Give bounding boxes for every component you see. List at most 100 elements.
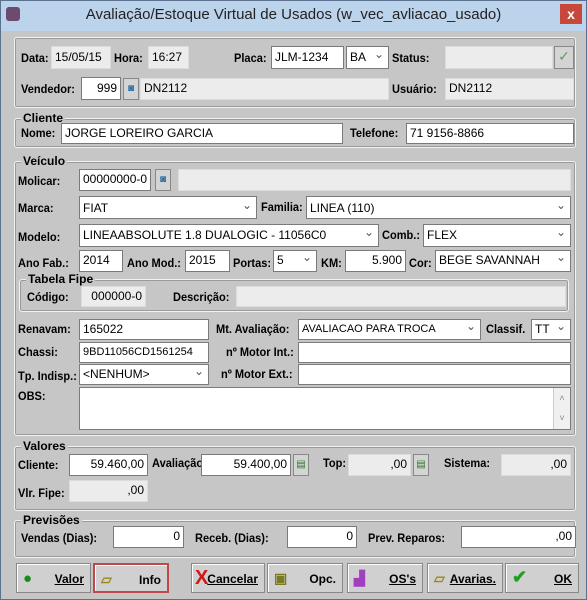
anofab-label: Ano Fab.: [18,256,69,270]
data-label: Data: [21,51,49,65]
window-title: Avaliação/Estoque Virtual de Usados (w_v… [85,6,502,23]
anomod-input[interactable]: 2015 [185,250,230,272]
descricao-field [236,286,566,307]
codigo-field: 000000-0 [81,286,146,307]
valor-button[interactable]: ● Valor [16,563,91,593]
valores-group-label: Valores [21,439,68,453]
folder-icon: ▱ [101,571,112,587]
molicar-input[interactable]: 00000000-0 [79,169,151,191]
tools-icon: ▟ [354,570,365,586]
top-label: Top: [323,456,347,470]
check-disk-icon: ✔ [512,567,528,587]
vendas-label: Vendas (Dias): [21,531,98,545]
status-label: Status: [392,51,430,65]
cliente-valor-label: Cliente: [18,458,59,472]
previsoes-group-label: Previsões [21,513,82,527]
motor-ext-label: nº Motor Ext.: [221,367,293,381]
telefone-label: Telefone: [350,126,399,140]
motor-int-label: nº Motor Int.: [226,345,294,359]
telefone-input[interactable]: 71 9156-8866 [406,123,574,144]
placa-input[interactable]: JLM-1234 [271,46,344,69]
avarias-button[interactable]: ▱ Avarias. [427,563,503,593]
portas-label: Portas: [233,256,272,270]
hora-field: 16:27 [148,46,189,69]
avaliacao-input[interactable]: 59.400,00 [201,454,291,476]
hora-label: Hora: [114,51,143,65]
modelo-label: Modelo: [18,230,61,244]
nome-label: Nome: [21,126,56,140]
uf-select[interactable]: BA [346,46,389,69]
data-field: 15/05/15 [51,46,111,69]
vendedor-search-button[interactable]: ◙ [123,78,139,100]
window: Avaliação/Estoque Virtual de Usados (w_v… [0,0,587,600]
comb-label: Comb.: [382,228,421,242]
close-button[interactable]: x [560,4,582,24]
money-bag-icon: ● [23,570,33,587]
os-button[interactable]: ▟ OS's [347,563,423,593]
vendedor-code-input[interactable]: 999 [81,77,121,100]
vendas-input[interactable]: 0 [113,526,184,548]
anofab-input[interactable]: 2014 [79,250,123,272]
ok-button[interactable]: ✔ OK [505,563,579,593]
descricao-label: Descrição: [173,290,230,304]
avaliacao-label: Avaliação: [152,456,207,470]
obs-scrollbar[interactable]: ˄ ˅ [553,388,570,429]
molicar-search-button[interactable]: ◙ [155,169,171,191]
classif-select[interactable]: TT [531,319,571,340]
cancelar-button[interactable]: X Cancelar [191,563,265,593]
vlr-fipe-field: ,00 [69,480,148,502]
codigo-label: Código: [27,290,69,304]
motor-ext-input[interactable] [298,364,571,385]
km-label: KM: [321,256,342,270]
placa-label: Placa: [234,51,267,65]
receb-label: Receb. (Dias): [195,531,269,545]
cor-label: Cor: [409,256,432,270]
marca-select[interactable]: FIAT [79,196,257,219]
usuario-field: DN2112 [445,78,574,100]
comb-select[interactable]: FLEX [423,224,571,247]
receb-input[interactable]: 0 [287,526,357,548]
tp-indisp-label: Tp. Indisp.: [18,369,77,383]
classif-label: Classif. [486,322,526,336]
renavam-input[interactable]: 165022 [79,319,209,340]
portas-select[interactable]: 5 [273,250,317,272]
cliente-group-label: Cliente [21,111,66,125]
avaliacao-calc-button[interactable]: ▤ [293,454,309,476]
anomod-label: Ano Mod.: [127,256,181,270]
chassi-input[interactable]: 9BD11056CD1561254 [79,342,209,363]
chassi-label: Chassi: [18,345,58,359]
obs-textarea[interactable] [79,387,571,430]
molicar-desc-field [178,169,571,191]
title-bar: Avaliação/Estoque Virtual de Usados (w_v… [1,1,586,31]
top-field: ,00 [348,454,411,476]
opc-button[interactable]: ▣ Opc. [267,563,343,593]
veiculo-group-label: Veículo [21,154,68,168]
info-button[interactable]: ▱ Info [93,563,169,593]
marca-label: Marca: [18,201,54,215]
modelo-select[interactable]: LINEAABSOLUTE 1.8 DUALOGIC - 11056C0 [79,224,379,247]
nome-input[interactable]: JORGE LOREIRO GARCIA [61,123,343,144]
molicar-label: Molicar: [18,174,61,188]
motor-int-input[interactable] [298,342,571,363]
tp-indisp-select[interactable]: <NENHUM> [79,364,209,385]
top-calc-button[interactable]: ▤ [413,454,429,476]
status-field [445,46,553,69]
reparos-input[interactable]: ,00 [461,526,576,548]
mt-avaliacao-select[interactable]: AVALIACAO PARA TROCA [298,319,481,340]
obs-label: OBS: [18,389,46,403]
cliente-valor-input[interactable]: 59.460,00 [69,454,148,476]
vendedor-name-field: DN2112 [140,78,389,100]
fipe-group-label: Tabela Fipe [26,272,96,286]
sistema-label: Sistema: [444,456,491,470]
car-icon [6,7,20,21]
familia-select[interactable]: LINEA (110) [306,196,571,219]
status-check-button[interactable]: ✓ [554,46,574,69]
renavam-label: Renavam: [18,322,71,336]
box-icon: ▣ [274,570,288,586]
reparos-label: Prev. Reparos: [368,531,446,545]
km-input[interactable]: 5.900 [345,250,406,272]
cor-select[interactable]: BEGE SAVANNAH [435,250,571,272]
usuario-label: Usuário: [392,82,437,96]
sistema-field: ,00 [501,454,571,476]
familia-label: Familia: [261,200,303,214]
